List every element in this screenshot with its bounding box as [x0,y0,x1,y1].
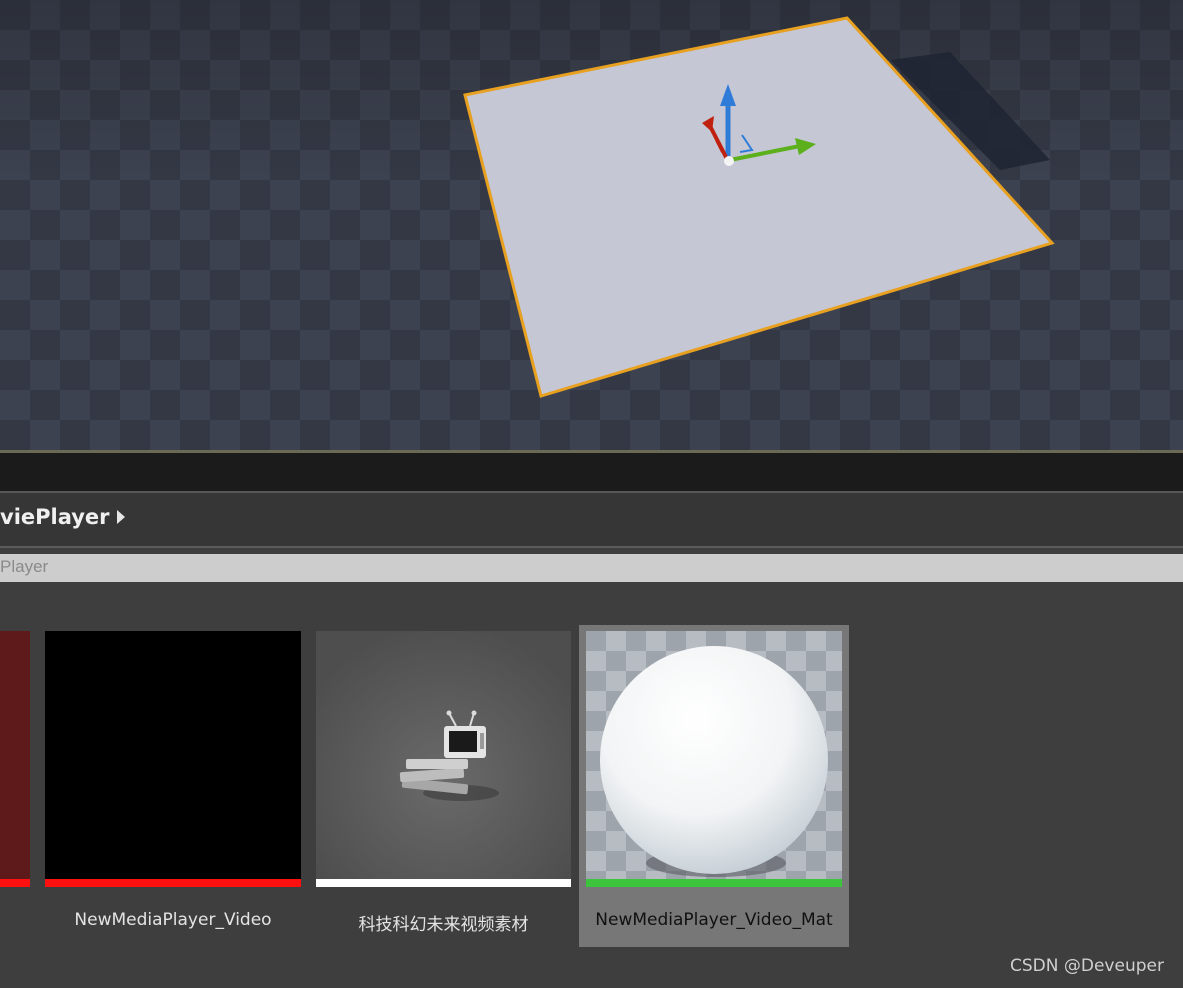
asset-label[interactable]: NewMediaPlayer_Video_Mat [579,910,849,930]
level-viewport[interactable] [0,0,1183,452]
viewport-scene [0,0,1183,398]
breadcrumb-folder[interactable]: viePlayer [0,505,110,533]
asset-thumbnail-media-source[interactable] [316,631,571,879]
asset-thumbnail-partial[interactable] [0,631,30,879]
asset-type-stripe [586,879,842,887]
search-field[interactable]: Player [0,554,1183,582]
asset-thumbnail-material[interactable] [586,631,842,879]
watermark: CSDN @Deveuper [1010,956,1164,976]
asset-thumbnail-media-player[interactable] [45,631,301,879]
asset-label[interactable]: 科技科幻未来视频素材 [316,910,571,935]
asset-type-stripe [0,879,30,887]
material-sphere-icon [600,646,828,877]
content-browser-toolbar [0,453,1183,493]
path-bar: viePlayer [0,493,1183,548]
asset-label[interactable]: NewMediaPlayer_Video [45,910,301,930]
breadcrumb-arrow-icon[interactable] [117,510,125,524]
asset-type-stripe [316,879,571,887]
search-input-value[interactable]: Player [0,557,48,577]
tv-books-icon [399,710,499,801]
asset-type-stripe [45,879,301,887]
